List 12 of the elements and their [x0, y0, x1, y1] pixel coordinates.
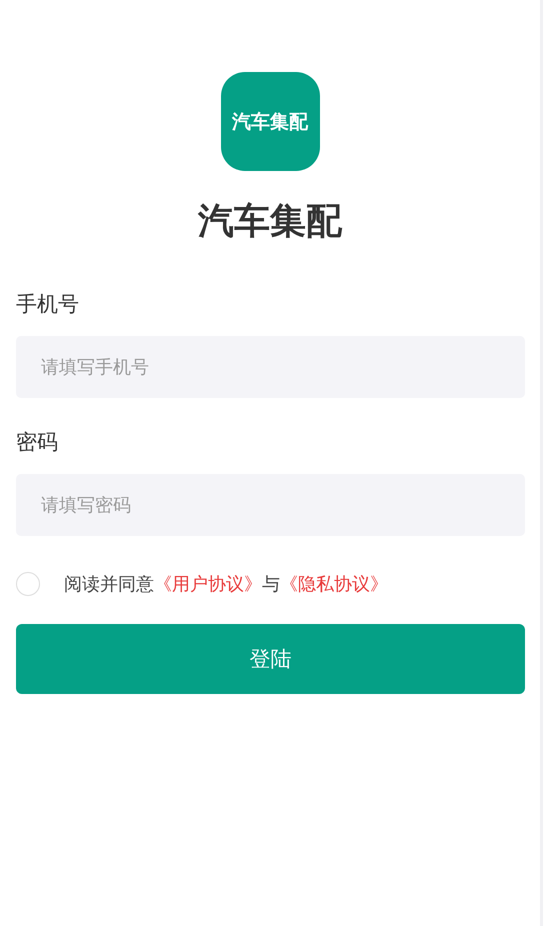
- privacy-agreement-link[interactable]: 《隐私协议》: [280, 572, 388, 596]
- agreement-text: 阅读并同意: [64, 573, 154, 596]
- field-label: 手机号: [16, 291, 80, 318]
- login-button[interactable]: 登陆: [16, 624, 525, 694]
- user-agreement-link[interactable]: 《用户协议》: [154, 572, 262, 596]
- logo-text: 汽车集配: [232, 110, 308, 134]
- field-label: 密码: [16, 429, 59, 456]
- app-title: 汽车集配: [198, 200, 342, 244]
- input-field[interactable]: 请填写密码: [16, 474, 525, 536]
- input-field[interactable]: 请填写手机号: [16, 336, 525, 398]
- agreement-text: 与: [262, 573, 280, 596]
- agree-checkbox[interactable]: [16, 572, 40, 596]
